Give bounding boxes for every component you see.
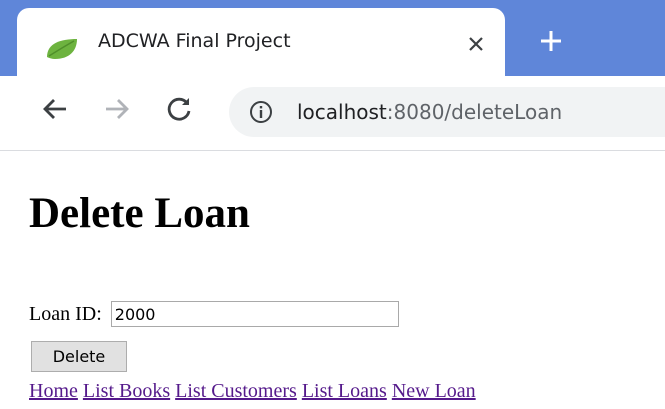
- reload-icon[interactable]: [164, 94, 194, 124]
- link-new-loan[interactable]: New Loan: [392, 380, 476, 402]
- nav-links: Home List Books List Customers List Loan…: [29, 380, 476, 403]
- loan-id-input[interactable]: [110, 301, 399, 327]
- info-icon[interactable]: [249, 100, 273, 128]
- browser-toolbar: localhost:8080/deleteLoan: [0, 76, 665, 151]
- close-icon[interactable]: [466, 34, 486, 54]
- link-list-books[interactable]: List Books: [83, 380, 170, 402]
- back-arrow-icon[interactable]: [40, 94, 70, 124]
- spring-leaf-icon: [45, 37, 79, 65]
- loan-id-row: Loan ID:: [29, 301, 399, 327]
- address-bar[interactable]: localhost:8080/deleteLoan: [229, 87, 665, 137]
- link-list-loans[interactable]: List Loans: [302, 380, 387, 402]
- new-tab-icon[interactable]: [538, 28, 564, 54]
- loan-id-label: Loan ID:: [29, 302, 102, 325]
- browser-tab[interactable]: ADCWA Final Project: [17, 8, 505, 76]
- page-content: Delete Loan Loan ID: Delete Home List Bo…: [0, 152, 665, 409]
- delete-button[interactable]: Delete: [31, 341, 127, 372]
- browser-chrome: ADCWA Final Project localhost:8080/delet…: [0, 0, 665, 152]
- tab-strip: ADCWA Final Project: [0, 0, 665, 76]
- url-text[interactable]: localhost:8080/deleteLoan: [297, 100, 562, 124]
- link-home[interactable]: Home: [29, 380, 78, 402]
- tab-title: ADCWA Final Project: [98, 30, 291, 52]
- url-host: localhost: [297, 100, 387, 124]
- url-path: :8080/deleteLoan: [386, 100, 563, 124]
- forward-arrow-icon[interactable]: [102, 94, 132, 124]
- page-title: Delete Loan: [29, 190, 250, 237]
- link-list-customers[interactable]: List Customers: [175, 380, 297, 402]
